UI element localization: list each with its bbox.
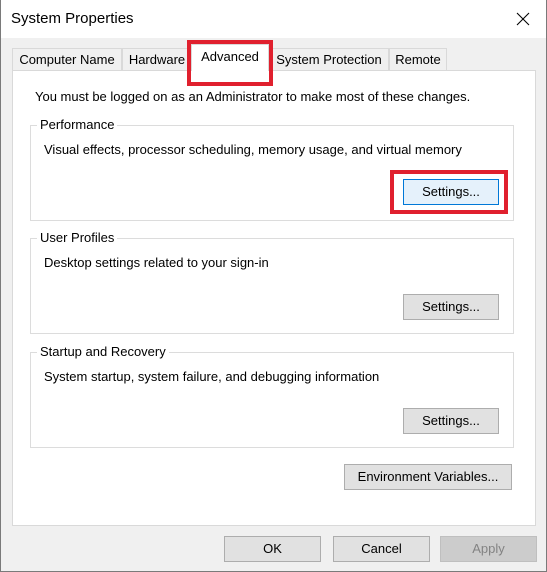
- startup-recovery-settings-button[interactable]: Settings...: [403, 408, 499, 434]
- close-button[interactable]: [508, 5, 538, 33]
- tab-advanced[interactable]: Advanced: [191, 44, 269, 71]
- performance-group: Performance Visual effects, processor sc…: [30, 117, 514, 221]
- tab-hardware[interactable]: Hardware: [122, 48, 192, 70]
- environment-variables-button[interactable]: Environment Variables...: [344, 464, 512, 490]
- tab-system-protection[interactable]: System Protection: [269, 48, 389, 70]
- user-profiles-label: User Profiles: [37, 230, 118, 245]
- advanced-tab-panel: You must be logged on as an Administrato…: [12, 70, 536, 526]
- performance-settings-button[interactable]: Settings...: [403, 179, 499, 205]
- startup-recovery-description: System startup, system failure, and debu…: [44, 369, 380, 384]
- close-icon: [516, 12, 530, 26]
- user-profiles-group: User Profiles Desktop settings related t…: [30, 230, 514, 334]
- cancel-button[interactable]: Cancel: [333, 536, 430, 562]
- tab-remote[interactable]: Remote: [389, 48, 447, 70]
- performance-description: Visual effects, processor scheduling, me…: [44, 142, 462, 157]
- startup-recovery-label: Startup and Recovery: [37, 344, 169, 359]
- user-profiles-settings-button[interactable]: Settings...: [403, 294, 499, 320]
- admin-notice: You must be logged on as an Administrato…: [35, 89, 471, 104]
- apply-button[interactable]: Apply: [440, 536, 537, 562]
- tab-computer-name[interactable]: Computer Name: [12, 48, 122, 70]
- title-bar: System Properties: [1, 0, 546, 38]
- window-title: System Properties: [11, 10, 134, 27]
- startup-recovery-group: Startup and Recovery System startup, sys…: [30, 344, 514, 448]
- user-profiles-description: Desktop settings related to your sign-in: [44, 255, 269, 270]
- performance-label: Performance: [37, 117, 118, 132]
- ok-button[interactable]: OK: [224, 536, 321, 562]
- system-properties-window: System Properties Computer Name Hardware…: [0, 0, 547, 572]
